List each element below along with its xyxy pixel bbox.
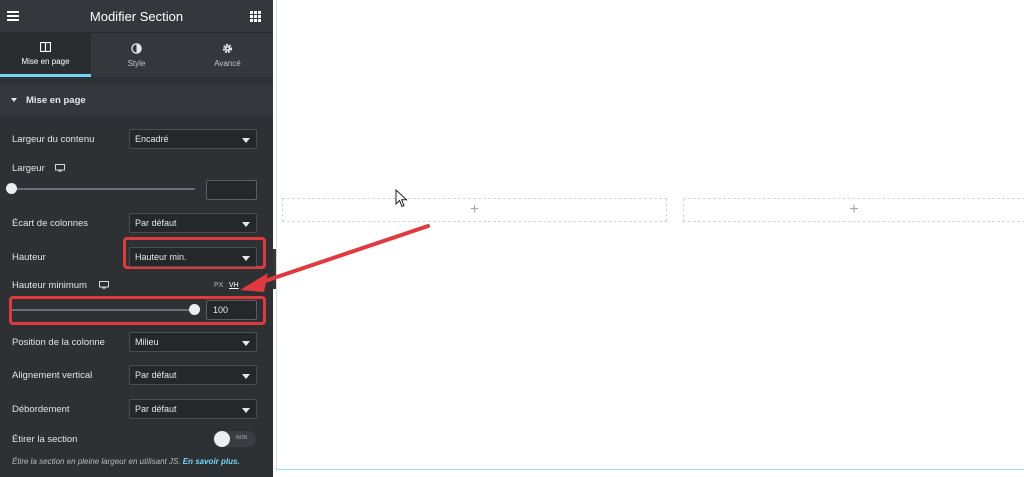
editor-canvas: + + [276, 0, 1024, 470]
section-title: Mise en page [26, 94, 86, 106]
half-circle-icon [131, 42, 142, 54]
help-text: Étire la section en pleine largeur en ut… [12, 457, 240, 466]
min-height-label: Hauteur minimum [12, 280, 87, 291]
select-value: Par défaut [135, 370, 177, 380]
panel-title: Modifier Section [89, 8, 184, 24]
dropdown-arrow-icon [242, 408, 250, 413]
width-slider-track[interactable] [12, 188, 195, 190]
vertical-align-select[interactable]: Par défaut [129, 365, 257, 385]
mouse-cursor-icon [395, 189, 408, 208]
plus-icon[interactable]: + [470, 202, 479, 218]
column-position-label: Position de la colonne [12, 337, 105, 348]
select-value: Par défaut [135, 218, 177, 228]
overflow-select[interactable]: Par défaut [129, 399, 257, 419]
dropdown-arrow-icon [242, 138, 250, 143]
monitor-icon[interactable] [55, 164, 65, 172]
stretch-toggle[interactable]: NON [213, 431, 256, 447]
dropdown-arrow-icon [242, 256, 250, 261]
width-slider-handle[interactable] [6, 183, 17, 194]
panel-header: Modifier Section [0, 0, 273, 33]
min-height-slider-track[interactable] [12, 309, 195, 311]
unit-px[interactable]: PX [214, 282, 223, 289]
empty-column[interactable]: + [282, 198, 667, 222]
stretch-label: Étirer la section [12, 434, 78, 445]
column-position-select[interactable]: Milieu [129, 332, 257, 352]
tab-style[interactable]: Style [91, 33, 182, 77]
select-value: Encadré [135, 134, 169, 144]
overflow-label: Débordement [12, 404, 70, 415]
content-width-label: Largeur du contenu [12, 134, 95, 145]
tab-avance[interactable]: Avancé [182, 33, 273, 77]
column-gap-select[interactable]: Par défaut [129, 213, 257, 233]
unit-vh[interactable]: VH [229, 282, 239, 289]
caret-down-icon [11, 98, 17, 102]
section-toggle[interactable]: Mise en page [0, 84, 273, 116]
content-width-select[interactable]: Encadré [129, 129, 257, 149]
toggle-text: NON [236, 435, 248, 441]
learn-more-link[interactable]: En savoir plus. [183, 457, 240, 466]
toggle-knob [214, 431, 230, 447]
select-value: Milieu [135, 337, 159, 347]
tab-label: Mise en page [21, 56, 70, 66]
gear-icon [222, 43, 233, 53]
column-gap-label: Écart de colonnes [12, 218, 89, 229]
tab-label: Style [127, 58, 146, 68]
columns-icon [40, 41, 51, 52]
height-select[interactable]: Hauteur min. [129, 247, 257, 267]
editor-panel: Modifier Section Mise en page Style Avan… [0, 0, 273, 477]
min-height-input[interactable]: 100 [206, 300, 257, 320]
hamburger-icon[interactable] [7, 11, 19, 21]
vertical-align-label: Alignement vertical [12, 370, 93, 381]
width-label: Largeur [12, 163, 45, 174]
monitor-icon[interactable] [99, 281, 109, 289]
select-value: Hauteur min. [135, 252, 187, 262]
min-height-slider-handle[interactable] [189, 304, 200, 315]
dropdown-arrow-icon [242, 374, 250, 379]
plus-icon[interactable]: + [849, 202, 858, 218]
help-description: Étire la section en pleine largeur en ut… [12, 457, 183, 466]
grid-icon[interactable] [250, 11, 261, 22]
dropdown-arrow-icon [242, 222, 250, 227]
empty-column[interactable]: + [683, 198, 1024, 222]
select-value: Par défaut [135, 404, 177, 414]
tab-label: Avancé [214, 58, 241, 68]
dropdown-arrow-icon [242, 341, 250, 346]
width-input[interactable] [206, 180, 257, 200]
tab-mise-en-page[interactable]: Mise en page [0, 33, 91, 77]
panel-tabs: Mise en page Style Avancé [0, 33, 273, 77]
height-label: Hauteur [12, 252, 46, 263]
